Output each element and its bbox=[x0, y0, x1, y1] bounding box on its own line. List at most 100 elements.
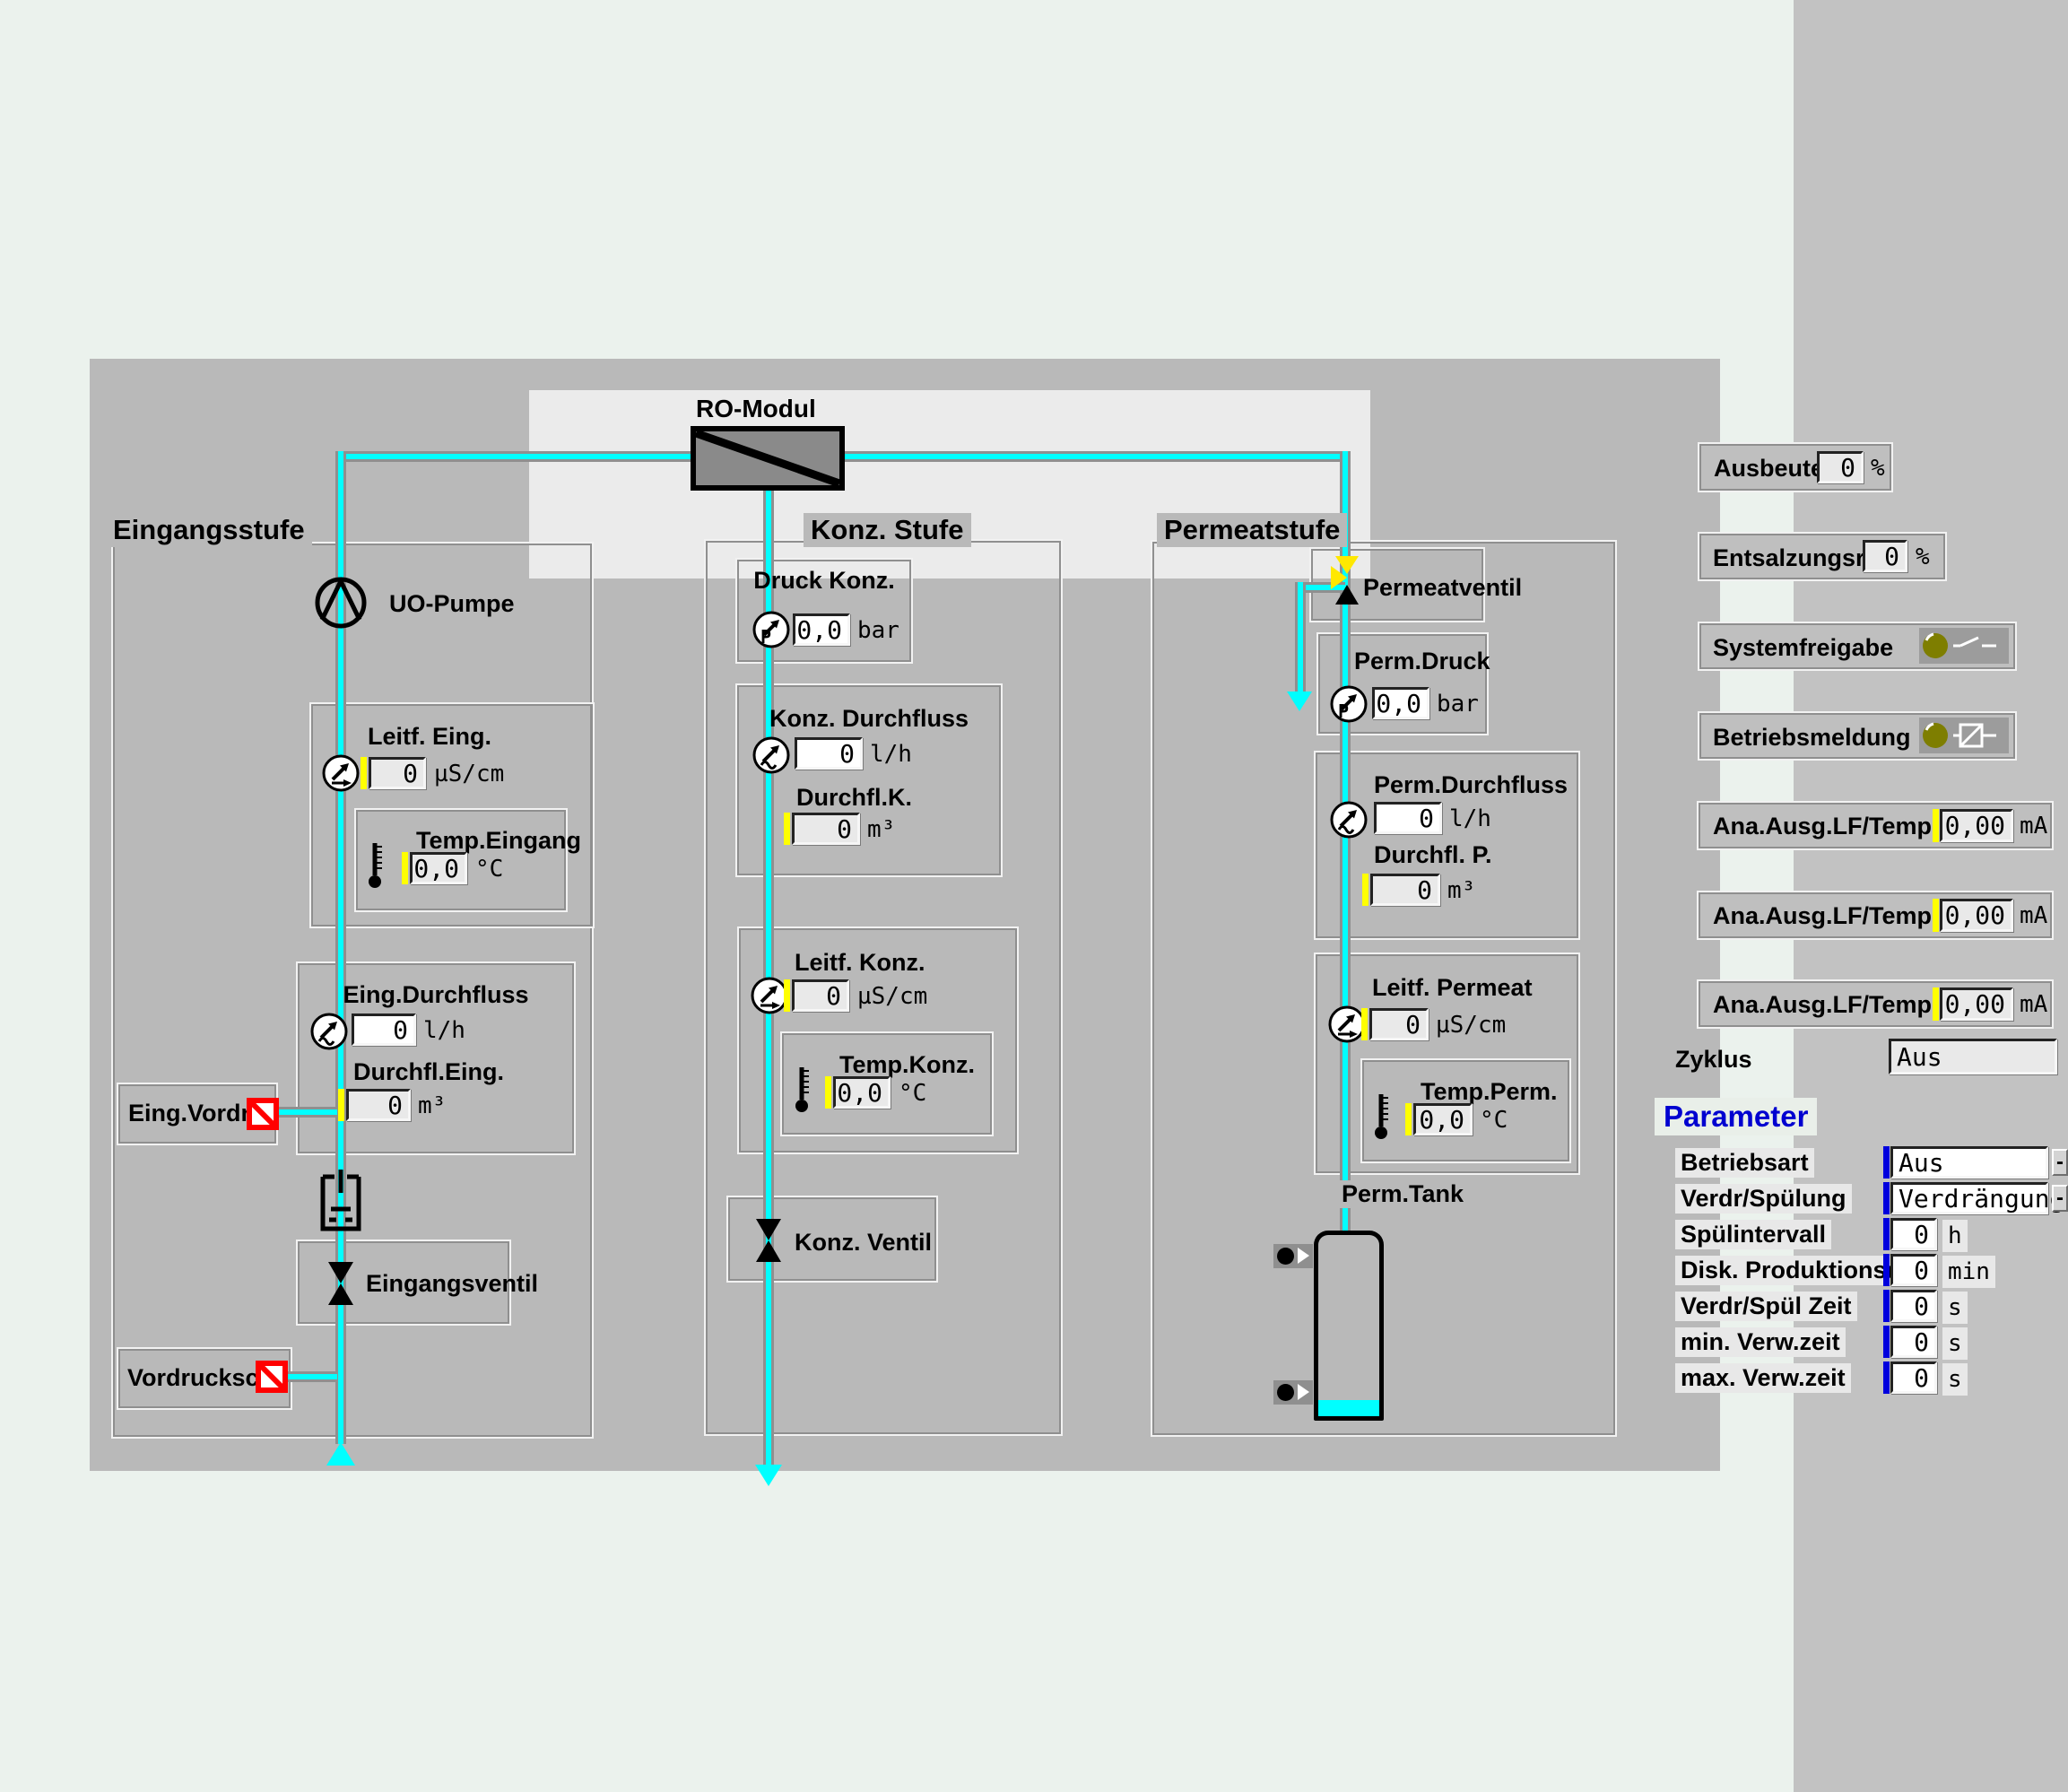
temp-perm-title: Temp.Perm. bbox=[1421, 1078, 1558, 1106]
flow-gauge-icon bbox=[309, 1012, 349, 1051]
param-betriebsart-field[interactable]: Aus bbox=[1890, 1146, 2048, 1179]
ausbeute-unit: % bbox=[1871, 453, 1885, 483]
ro-module-icon bbox=[691, 426, 845, 491]
leitf-konz-unit: µS/cm bbox=[857, 981, 927, 1012]
perm-durchfluss-value-field: 0 bbox=[1374, 802, 1442, 834]
entsalzungsrate-value-field: 0 bbox=[1863, 540, 1907, 572]
perm-durchfluss-title: Perm.Durchfluss bbox=[1374, 771, 1568, 799]
param-betriebsart-minus-button[interactable]: - bbox=[2052, 1149, 2068, 1176]
ro-module-label: RO-Modul bbox=[696, 395, 816, 423]
filter-icon bbox=[318, 1166, 363, 1236]
eingangsventil-valve-icon[interactable] bbox=[327, 1261, 354, 1306]
param-verdr-spuelung-bar bbox=[1883, 1182, 1890, 1214]
analog-output-2-indicator-bar bbox=[1933, 899, 1939, 932]
stage-title-eingangsstufe: Eingangsstufe bbox=[106, 513, 312, 547]
tank-level-sensor-high-icon bbox=[1273, 1244, 1313, 1268]
durchfl-p-indicator-bar bbox=[1362, 874, 1369, 906]
vordruckschalter-alarm-icon bbox=[256, 1361, 288, 1393]
flow-gauge-icon bbox=[752, 735, 791, 775]
temp-konz-indicator-bar bbox=[825, 1076, 831, 1109]
betriebsmeldung-contact-indicator[interactable] bbox=[1919, 718, 2009, 753]
druck-konz-value-field: 0,0 bbox=[793, 613, 850, 646]
tank-level-sensor-low-icon bbox=[1273, 1380, 1313, 1405]
param-betriebsart-label: Betriebsart bbox=[1675, 1148, 1814, 1178]
temp-eingang-unit: °C bbox=[475, 854, 503, 884]
param-min-verwzeit-label: min. Verw.zeit bbox=[1675, 1327, 1846, 1357]
perm-tank-label: Perm.Tank bbox=[1338, 1180, 1467, 1208]
pump-label: UO-Pumpe bbox=[389, 590, 515, 618]
param-min-verwzeit-bar bbox=[1883, 1326, 1890, 1358]
param-verdr-spuel-zeit-field[interactable]: 0 bbox=[1890, 1290, 1937, 1322]
zyklus-value-field: Aus bbox=[1889, 1039, 2057, 1074]
analog-output-1-value-field: 0,00 bbox=[1940, 809, 2013, 842]
eing-durchfluss-title: Eing.Durchfluss bbox=[296, 981, 576, 1009]
thermometer-icon bbox=[368, 838, 384, 890]
temp-perm-value-field: 0,0 bbox=[1413, 1103, 1473, 1135]
systemfreigabe-label: Systemfreigabe bbox=[1713, 634, 1893, 662]
pressure-gauge-letter: P bbox=[1338, 700, 1349, 722]
perm-druck-value-field: 0,0 bbox=[1372, 687, 1429, 719]
param-spuelintervall-label: Spülintervall bbox=[1675, 1220, 1831, 1249]
leitf-permeat-value-field: 0 bbox=[1369, 1008, 1429, 1040]
param-verdr-spuelung-minus-button[interactable]: - bbox=[2052, 1185, 2068, 1212]
leitf-eing-indicator-bar bbox=[361, 757, 367, 789]
druck-konz-title: Druck Konz. bbox=[735, 567, 913, 595]
analog-output-1-label: Ana.Ausg.LF/Temp-Perm bbox=[1713, 813, 1933, 840]
konz-ventil-valve-icon[interactable] bbox=[755, 1218, 782, 1263]
leitf-permeat-indicator-bar bbox=[1361, 1008, 1368, 1040]
param-spuelintervall-unit: h bbox=[1942, 1220, 1968, 1252]
durchfl-k-value-field: 0 bbox=[792, 813, 860, 845]
analog-output-1-indicator-bar bbox=[1933, 809, 1939, 842]
perm-tank bbox=[1314, 1231, 1384, 1421]
leitf-permeat-unit: µS/cm bbox=[1436, 1010, 1506, 1040]
param-verdr-spuel-zeit-unit: s bbox=[1942, 1292, 1968, 1324]
durchfl-p-value-field: 0 bbox=[1370, 874, 1440, 906]
eing-vordruck-alarm-icon bbox=[247, 1098, 279, 1130]
durchfl-k-title: Durchfl.K. bbox=[796, 784, 912, 812]
analog-output-2-value-field: 0,00 bbox=[1940, 899, 2013, 932]
param-betriebsart-bar bbox=[1883, 1146, 1890, 1179]
param-produktionsdauer-field[interactable]: 0 bbox=[1890, 1254, 1937, 1286]
druck-konz-unit: bar bbox=[857, 615, 899, 646]
zyklus-label: Zyklus bbox=[1675, 1046, 1752, 1074]
analog-output-2-unit: mA bbox=[2020, 900, 2047, 931]
param-max-verwzeit-field[interactable]: 0 bbox=[1890, 1361, 1937, 1394]
stage-title-konz-stufe: Konz. Stufe bbox=[804, 513, 971, 547]
systemfreigabe-switch-indicator[interactable] bbox=[1919, 628, 2009, 664]
durchfl-k-unit: m³ bbox=[867, 814, 895, 845]
durchfl-p-unit: m³ bbox=[1447, 875, 1475, 906]
temp-eingang-indicator-bar bbox=[402, 852, 408, 884]
leitf-eing-unit: µS/cm bbox=[434, 759, 504, 789]
analog-output-3-label: Ana.Ausg.LF/Temp-Perm bbox=[1713, 991, 1933, 1019]
temp-eingang-title: Temp.Eingang bbox=[416, 827, 581, 855]
param-max-verwzeit-bar bbox=[1883, 1361, 1890, 1394]
perm-tank-water-level bbox=[1318, 1400, 1379, 1416]
permeatventil-3way-valve-icon[interactable] bbox=[1329, 554, 1365, 606]
param-min-verwzeit-unit: s bbox=[1942, 1327, 1968, 1360]
param-min-verwzeit-field[interactable]: 0 bbox=[1890, 1326, 1937, 1358]
analog-output-3-indicator-bar bbox=[1933, 987, 1939, 1021]
leitf-konz-title: Leitf. Konz. bbox=[795, 949, 925, 977]
leitf-eing-value-field: 0 bbox=[369, 757, 426, 789]
durchfl-p-title: Durchfl. P. bbox=[1374, 841, 1492, 869]
param-verdr-spuelung-field[interactable]: Verdrängung bbox=[1890, 1182, 2048, 1214]
pipe-top-right bbox=[839, 451, 1351, 462]
param-spuelintervall-field[interactable]: 0 bbox=[1890, 1218, 1937, 1250]
param-spuelintervall-bar bbox=[1883, 1218, 1890, 1250]
entsalzungsrate-unit: % bbox=[1916, 542, 1930, 572]
eing-durchfluss-unit: l/h bbox=[423, 1015, 465, 1046]
thermometer-icon bbox=[795, 1062, 811, 1114]
param-verdr-spuel-zeit-label: Verdr/Spül Zeit bbox=[1675, 1292, 1857, 1321]
analog-output-3-unit: mA bbox=[2020, 989, 2047, 1020]
param-max-verwzeit-unit: s bbox=[1942, 1363, 1968, 1396]
temp-konz-unit: °C bbox=[899, 1078, 926, 1109]
param-produktionsdauer-label: Disk. Produktionsdauer bbox=[1675, 1256, 1894, 1285]
param-verdr-spuel-zeit-bar bbox=[1883, 1290, 1890, 1322]
betriebsmeldung-label: Betriebsmeldung bbox=[1713, 724, 1911, 752]
perm-durchfluss-unit: l/h bbox=[1449, 804, 1491, 834]
param-produktionsdauer-bar bbox=[1883, 1254, 1890, 1286]
conductivity-gauge-icon bbox=[321, 753, 361, 793]
konz-ventil-label: Konz. Ventil bbox=[795, 1229, 932, 1257]
flow-arrow-permeat-branch-icon bbox=[1287, 692, 1312, 711]
leitf-konz-indicator-bar bbox=[784, 979, 790, 1012]
